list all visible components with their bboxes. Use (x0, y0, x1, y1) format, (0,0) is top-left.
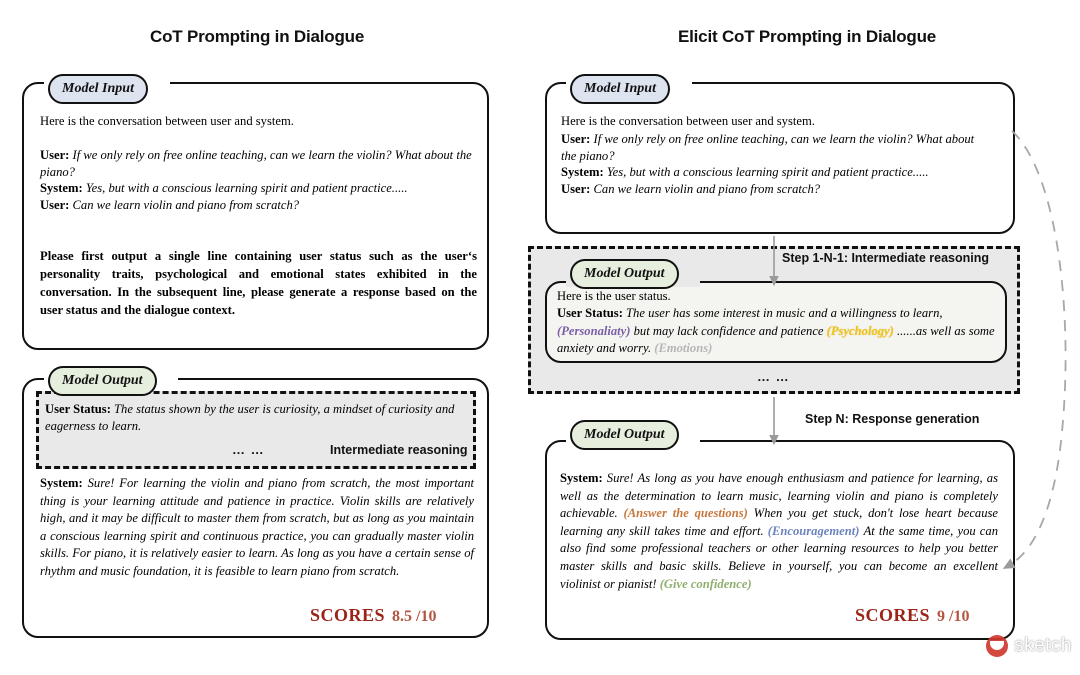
right-response-output-tab: Model Output (570, 420, 679, 450)
watermark-text: sketch (1014, 635, 1072, 656)
annotation-encouragement: (Encouragement) (767, 523, 860, 538)
right-ellipsis: … … (757, 369, 790, 384)
right-input-heading: Here is the conversation between user an… (561, 114, 815, 128)
annotation-emotions: (Emotions) (654, 341, 713, 355)
left-turn-0-text: If we only rely on free online teaching,… (40, 148, 472, 179)
right-reasoning-seg-1: The user has some interest in music and … (626, 306, 943, 320)
left-system-response: System: Sure! For learning the violin an… (40, 475, 474, 581)
left-model-input-tab: Model Input (48, 74, 148, 104)
right-scores-label: SCORES (855, 605, 931, 625)
right-reasoning-status-speaker: User Status: (557, 306, 623, 320)
left-turn-2: User: Can we learn violin and piano from… (40, 197, 477, 214)
left-turn-2-speaker: User: (40, 197, 70, 212)
right-response-text: System: Sure! As long as you have enough… (560, 470, 998, 593)
left-user-status-speaker: User Status: (45, 402, 111, 416)
sketch-logo-icon (986, 635, 1009, 657)
figure-canvas: CoT Prompting in Dialogue Elicit CoT Pro… (0, 0, 1080, 675)
right-stepn-label: Step N: Response generation (805, 412, 980, 426)
annotation-psychology: (Psychology) (826, 323, 894, 338)
panel-title-left: CoT Prompting in Dialogue (150, 27, 365, 46)
panel-title-right: Elicit CoT Prompting in Dialogue (678, 27, 937, 46)
right-reasoning-seg-2: but may lack confidence and patience (633, 323, 824, 338)
right-turn-1: System: Yes, but with a conscious learni… (561, 164, 986, 181)
right-step1-label: Step 1-N-1: Intermediate reasoning (782, 251, 989, 265)
right-scores: SCORES 9 /10 (855, 605, 969, 626)
right-model-input-tab: Model Input (570, 74, 670, 104)
left-intermediate-reasoning-label: Intermediate reasoning (330, 443, 468, 457)
left-system-text: Sure! For learning the violin and piano … (40, 476, 475, 578)
right-turn-2: User: Can we learn violin and piano from… (561, 181, 986, 198)
right-turn-1-text: Yes, but with a conscious learning spiri… (606, 165, 929, 179)
right-turn-2-speaker: User: (561, 181, 591, 196)
right-turn-2-text: Can we learn violin and piano from scrat… (593, 181, 821, 196)
right-reasoning-status: User Status: The user has some interest … (557, 305, 1005, 358)
right-turn-0-speaker: User: (561, 132, 591, 146)
left-user-status-line: User Status: The status shown by the use… (45, 401, 469, 434)
left-input-heading: Here is the conversation between user an… (40, 114, 294, 128)
left-turn-2-text: Can we learn violin and piano from scrat… (72, 197, 300, 212)
left-input-instruction: Please first output a single line contai… (40, 249, 477, 317)
left-system-speaker: System: (40, 476, 83, 490)
left-turn-1-text: Yes, but with a conscious learning spiri… (85, 181, 408, 195)
left-turn-1: System: Yes, but with a conscious learni… (40, 180, 477, 197)
annotation-give-confidence: (Give confidence) (659, 576, 752, 591)
right-input-turns: User: If we only rely on free online tea… (561, 131, 986, 197)
left-input-turns: User: If we only rely on free online tea… (40, 147, 477, 213)
left-scores: SCORES 8.5 /10 (310, 605, 436, 626)
right-response-speaker: System: (560, 471, 603, 485)
left-turn-0-speaker: User: (40, 148, 70, 162)
watermark: sketch (986, 635, 1072, 657)
left-scores-label: SCORES (310, 605, 386, 625)
right-turn-0-text: If we only rely on free online teaching,… (561, 132, 975, 163)
left-ellipsis: … … (232, 442, 265, 457)
left-turn-0: User: If we only rely on free online tea… (40, 147, 477, 180)
left-scores-value: 8.5 /10 (392, 608, 437, 625)
right-turn-1-speaker: System: (561, 165, 604, 179)
right-turn-0: User: If we only rely on free online tea… (561, 131, 986, 164)
right-reasoning-heading: Here is the user status. (557, 289, 671, 303)
left-model-output-tab: Model Output (48, 366, 157, 396)
left-turn-1-speaker: System: (40, 181, 83, 195)
annotation-answer-the-questions: (Answer the questions) (623, 506, 748, 521)
annotation-personality: (Personaliaty) (557, 323, 631, 338)
right-reasoning-output-tab: Model Output (570, 259, 679, 289)
right-scores-value: 9 /10 (937, 608, 970, 625)
